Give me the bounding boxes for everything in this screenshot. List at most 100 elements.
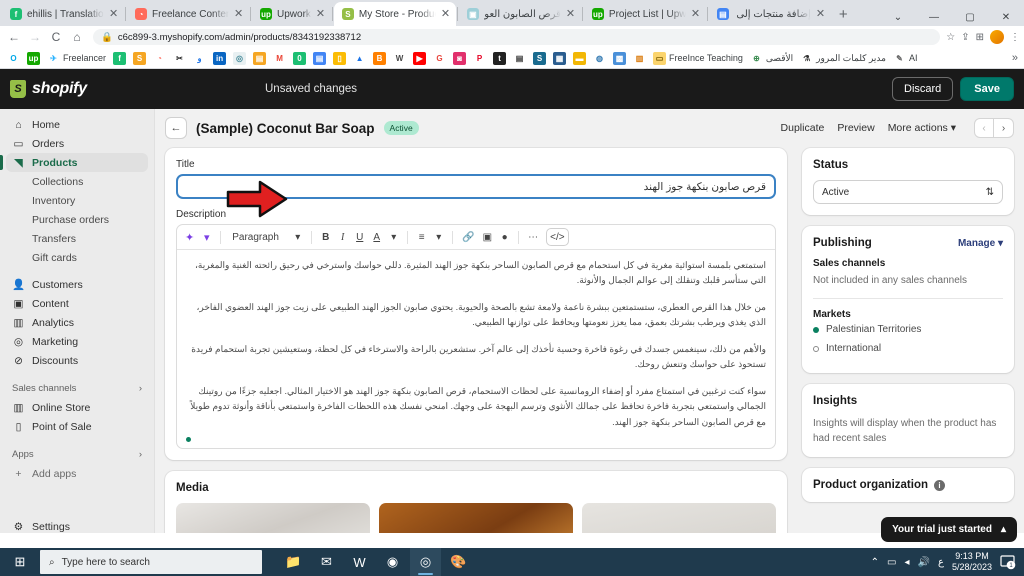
file-explorer-icon[interactable]: 📁: [278, 548, 309, 576]
bookmark-instagram[interactable]: ◙: [451, 51, 468, 65]
bookmark-alaqsa[interactable]: ⊕ الأقصى: [748, 51, 795, 65]
more-options-icon[interactable]: ⋯: [525, 229, 541, 246]
bookmark-blue2[interactable]: ▩: [611, 51, 628, 65]
sidebar-subitem-gift-cards[interactable]: Gift cards: [6, 248, 148, 267]
bookmark-wordpress[interactable]: W: [391, 51, 408, 65]
bookmarks-overflow-icon[interactable]: »: [1012, 52, 1018, 64]
bookmark-drive[interactable]: ▲: [351, 51, 368, 65]
shopify-logo[interactable]: S shopify: [10, 80, 155, 98]
text-color-caret-icon[interactable]: ▾: [386, 229, 401, 246]
share-icon[interactable]: ⇪: [961, 32, 969, 43]
tray-chevron-icon[interactable]: ⌃: [871, 557, 879, 568]
bookmark-clock[interactable]: ◔: [151, 51, 168, 65]
discard-button[interactable]: Discard: [892, 77, 954, 101]
bookmark-green-zero[interactable]: 0: [291, 51, 308, 65]
more-actions-button[interactable]: More actions ▾: [888, 122, 956, 134]
html-code-button[interactable]: </>: [546, 228, 569, 246]
sidebar-item-settings[interactable]: ⚙ Settings: [6, 517, 148, 533]
notifications-icon[interactable]: 1: [1000, 554, 1016, 570]
tab-close-icon[interactable]: ✕: [109, 8, 119, 20]
link-icon[interactable]: 🔗: [459, 229, 477, 246]
sidebar-item-products[interactable]: ◥ Products: [0, 153, 148, 172]
italic-button[interactable]: I: [335, 229, 350, 246]
trial-toast[interactable]: Your trial just started ▴: [881, 517, 1017, 542]
bookmark-t[interactable]: t: [491, 51, 508, 65]
bookmark-circle[interactable]: ◎: [231, 51, 248, 65]
next-product-button[interactable]: ›: [994, 118, 1014, 138]
text-color-button[interactable]: A: [369, 229, 384, 246]
wifi-icon[interactable]: ◂: [905, 557, 910, 568]
manage-link[interactable]: Manage ▾: [958, 238, 1003, 249]
clock[interactable]: 9:13 PM 5/28/2023: [952, 551, 992, 574]
sidebar-item-home[interactable]: ⌂ Home: [6, 115, 148, 134]
bookmark-blogger[interactable]: B: [371, 51, 388, 65]
description-text-area[interactable]: استمتعي بلمسة استوائية مغرية في كل استحم…: [177, 250, 775, 448]
chrome-icon[interactable]: ◎: [410, 548, 441, 576]
bookmark-folder-freeince[interactable]: ▭ FreeInce Teaching: [651, 51, 745, 65]
bold-button[interactable]: B: [318, 229, 333, 246]
bookmark-yellow[interactable]: ▬: [571, 51, 588, 65]
tab-close-icon[interactable]: ✕: [234, 8, 244, 20]
media-thumbnail-3[interactable]: [582, 503, 776, 533]
status-select[interactable]: Active ⇅: [813, 180, 1003, 204]
sidebar-group-apps[interactable]: Apps ›: [6, 444, 148, 464]
bookmark-fiverr[interactable]: f: [111, 51, 128, 65]
bookmark-o[interactable]: O: [5, 51, 22, 65]
bookmark-blue-doc[interactable]: ▤: [311, 51, 328, 65]
bookmark-tools[interactable]: ✂: [171, 51, 188, 65]
back-icon[interactable]: ←: [4, 30, 24, 44]
sidebar-subitem-transfers[interactable]: Transfers: [6, 229, 148, 248]
bookmark-circle2[interactable]: ◍: [591, 51, 608, 65]
insert-image-icon[interactable]: ▣: [480, 229, 495, 246]
tab-close-icon[interactable]: ✕: [441, 8, 451, 20]
browser-tab[interactable]: up Upwork ✕: [252, 2, 331, 26]
language-indicator[interactable]: ع: [938, 557, 944, 568]
sidebar-subitem-inventory[interactable]: Inventory: [6, 191, 148, 210]
maximize-button[interactable]: ▢: [952, 12, 988, 23]
browser-tab[interactable]: f ehillis | Translation, La ✕: [2, 2, 124, 26]
volume-icon[interactable]: 🔊: [918, 557, 930, 568]
magic-ai-icon[interactable]: ✦: [182, 229, 197, 246]
tab-close-icon[interactable]: ✕: [816, 8, 826, 20]
sidebar-item-online-store[interactable]: ▥ Online Store: [6, 398, 148, 417]
sidebar-subitem-purchase-orders[interactable]: Purchase orders: [6, 210, 148, 229]
paint-icon[interactable]: 🎨: [443, 548, 474, 576]
media-thumbnail-1[interactable]: [176, 503, 370, 533]
tab-close-icon[interactable]: ✕: [566, 8, 576, 20]
bookmark-keep[interactable]: ▯: [331, 51, 348, 65]
browser-tab[interactable]: S My Store - Products · ✕: [333, 2, 456, 26]
bookmark-password-manager[interactable]: ⚗ مدير كلمات المرور: [798, 51, 888, 65]
bookmark-upwork[interactable]: up: [25, 51, 42, 65]
chrome-menu-icon[interactable]: ⋮: [1010, 32, 1020, 43]
bookmark-arabic[interactable]: و: [191, 51, 208, 65]
bookmark-trello[interactable]: ▥: [631, 51, 648, 65]
paragraph-style-select[interactable]: Paragraph ▾: [227, 229, 305, 246]
sidebar-item-point-of-sale[interactable]: ▯ Point of Sale: [6, 417, 148, 436]
profile-avatar[interactable]: [990, 30, 1004, 44]
prev-product-button[interactable]: ‹: [974, 118, 994, 138]
sidebar-item-discounts[interactable]: ⊘ Discounts: [6, 351, 148, 370]
media-thumbnail-2[interactable]: [379, 503, 573, 533]
bookmark-s[interactable]: S: [131, 51, 148, 65]
reload-icon[interactable]: C: [46, 30, 66, 44]
bookmark-bench[interactable]: ▤: [511, 51, 528, 65]
bookmark-star-icon[interactable]: ☆: [946, 32, 955, 43]
close-window-button[interactable]: ✕: [988, 12, 1024, 23]
info-icon[interactable]: i: [934, 479, 945, 491]
align-caret-icon[interactable]: ▾: [431, 229, 446, 246]
back-to-products-button[interactable]: ←: [165, 117, 187, 139]
new-tab-button[interactable]: +: [839, 7, 848, 22]
bookmark-youtube[interactable]: ▶: [411, 51, 428, 65]
sidebar-item-add-apps[interactable]: + Add apps: [6, 464, 148, 483]
insert-video-icon[interactable]: ●: [497, 229, 512, 246]
save-button[interactable]: Save: [960, 77, 1014, 101]
taskbar-search[interactable]: ⌕ Type here to search: [40, 550, 262, 574]
bookmark-g[interactable]: G: [431, 51, 448, 65]
sidebar-item-content[interactable]: ▣ Content: [6, 294, 148, 313]
minimize-button[interactable]: —: [916, 12, 952, 23]
extensions-icon[interactable]: ⊞: [976, 32, 984, 43]
bookmark-freelancer[interactable]: ✈ Freelancer: [45, 51, 108, 65]
sidebar-item-customers[interactable]: 👤 Customers: [6, 275, 148, 294]
duplicate-button[interactable]: Duplicate: [781, 122, 825, 134]
browser-tab[interactable]: ▤ إضافة منتجات إلى متج ✕: [709, 2, 831, 26]
